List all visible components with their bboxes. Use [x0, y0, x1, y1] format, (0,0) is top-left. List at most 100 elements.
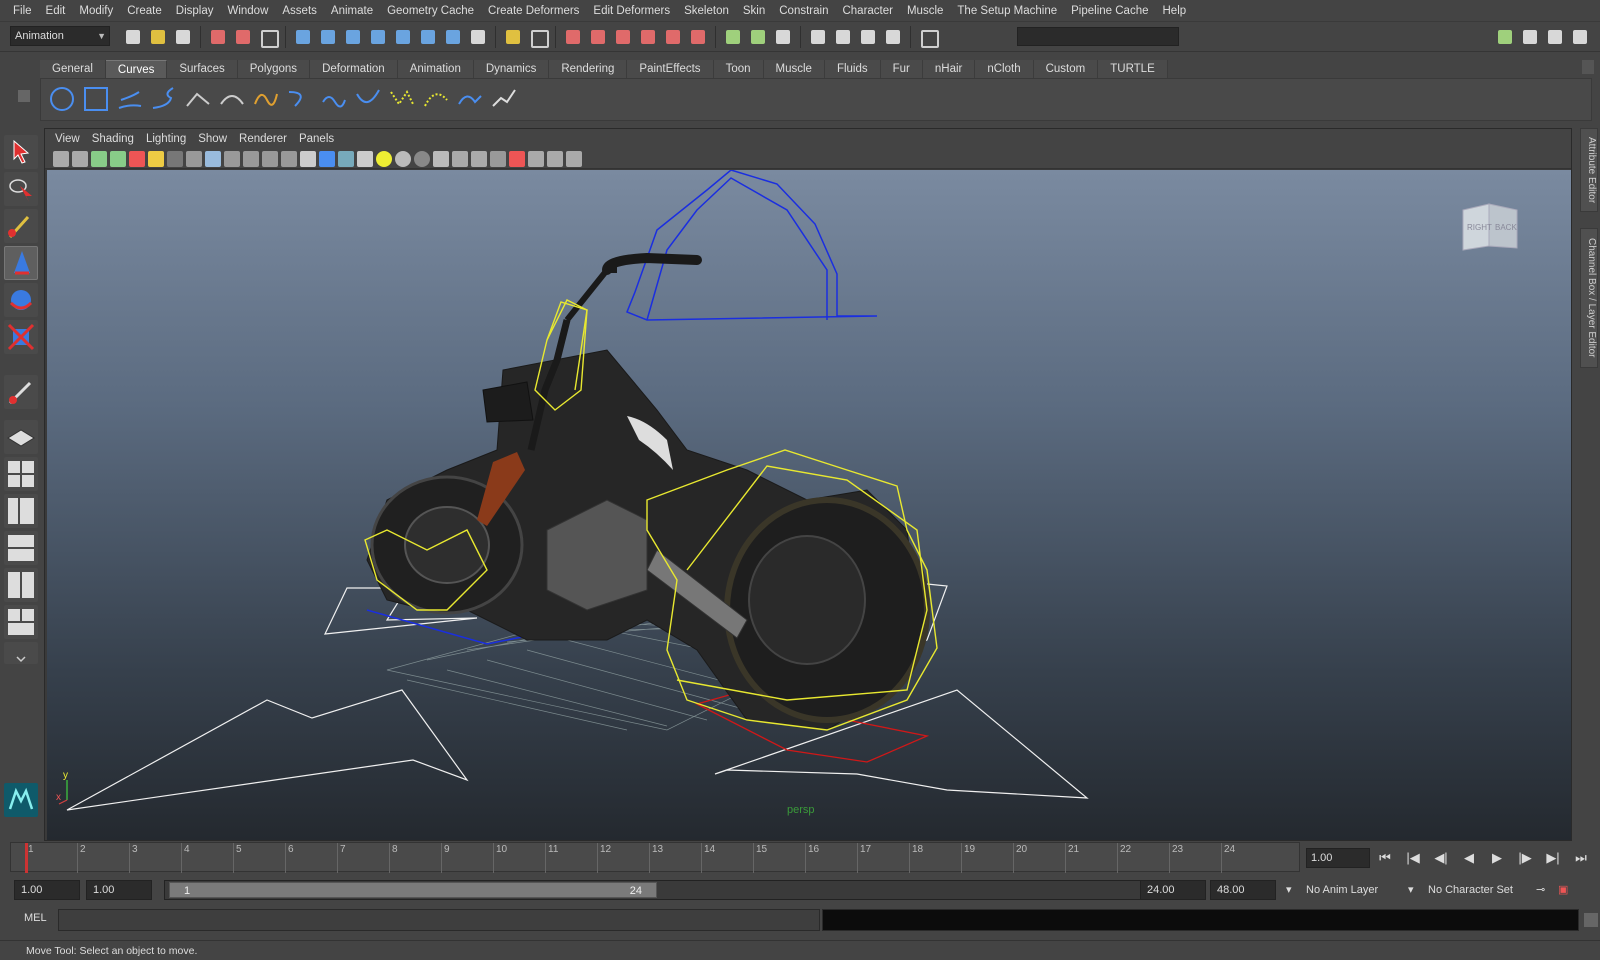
construction-history-icon[interactable] [587, 26, 609, 48]
snap-mesh-icon[interactable] [417, 26, 439, 48]
menu-display[interactable]: Display [169, 0, 221, 22]
snap-point-icon[interactable] [342, 26, 364, 48]
shelf-tab-custom[interactable]: Custom [1033, 60, 1099, 78]
quick-select-icon[interactable] [917, 26, 939, 48]
snap-grid-icon[interactable] [292, 26, 314, 48]
menu-pipeline-cache[interactable]: Pipeline Cache [1064, 0, 1155, 22]
layout-more-chevron-icon[interactable] [4, 642, 38, 664]
shelf-tab-curves[interactable]: Curves [105, 60, 168, 78]
scale-tool-button[interactable] [4, 320, 38, 354]
anim-layer-dropdown[interactable]: No Anim Layer [1306, 880, 1410, 900]
snap-curve-icon[interactable] [317, 26, 339, 48]
shelf-tab-surfaces[interactable]: Surfaces [167, 60, 238, 78]
toggle-channel-box-icon[interactable] [1569, 26, 1591, 48]
shadows-icon[interactable] [414, 150, 430, 167]
hypershade-icon[interactable] [687, 26, 709, 48]
panel-menu-lighting[interactable]: Lighting [140, 133, 192, 145]
gate-mask-icon[interactable] [224, 150, 240, 167]
channel-box-tab[interactable]: Channel Box / Layer Editor [1580, 228, 1598, 368]
lasso-tool-button[interactable] [4, 172, 38, 206]
circle-curve-icon[interactable] [47, 84, 77, 114]
wireframe-icon[interactable] [300, 150, 316, 167]
lock-icon[interactable] [502, 26, 524, 48]
shelf-tab-fur[interactable]: Fur [880, 60, 923, 78]
command-language-toggle[interactable]: MEL [24, 912, 47, 924]
isolate-select-icon[interactable] [509, 150, 525, 167]
four-view-layout-icon[interactable] [4, 457, 38, 491]
arc-tool-icon[interactable] [217, 84, 247, 114]
attach-curves-icon[interactable] [251, 84, 281, 114]
snap-live-icon[interactable] [392, 26, 414, 48]
wireframe-on-shaded-icon[interactable] [338, 150, 354, 167]
xray-active-components-icon[interactable] [547, 150, 563, 167]
safe-action-icon[interactable] [262, 150, 278, 167]
select-by-object-icon[interactable] [232, 26, 254, 48]
pencil-curve-tool-icon[interactable] [183, 84, 213, 114]
ambient-occlusion-icon[interactable] [433, 150, 449, 167]
render-globals-icon[interactable] [882, 26, 904, 48]
rotate-tool-button[interactable] [4, 283, 38, 317]
shelf-tab-muscle[interactable]: Muscle [763, 60, 825, 78]
persp-graph-layout-icon[interactable] [4, 531, 38, 565]
play-forwards-button[interactable]: ▶ [1487, 848, 1507, 868]
extend-curve-icon[interactable] [353, 84, 383, 114]
safe-title-icon[interactable] [281, 150, 297, 167]
shelf-menu-icon[interactable] [18, 90, 30, 102]
menu-set-dropdown[interactable]: Animation ▼ [10, 26, 110, 46]
animation-start-field[interactable]: 1.00 [14, 880, 80, 900]
select-tool-button[interactable] [4, 135, 38, 169]
menu-geometry-cache[interactable]: Geometry Cache [380, 0, 481, 22]
help-icon[interactable] [467, 26, 489, 48]
menu-file[interactable]: File [6, 0, 39, 22]
menu-help[interactable]: Help [1156, 0, 1194, 22]
resolution-gate-icon[interactable] [205, 150, 221, 167]
hypershade-layout-icon[interactable] [4, 568, 38, 602]
menu-edit[interactable]: Edit [39, 0, 73, 22]
grease-pencil-icon[interactable] [148, 150, 164, 167]
anti-aliasing-icon[interactable] [471, 150, 487, 167]
animation-end-field[interactable]: 48.00 [1210, 880, 1276, 900]
menu-constrain[interactable]: Constrain [772, 0, 835, 22]
persp-outliner-layout-icon[interactable] [4, 494, 38, 528]
menu-skin[interactable]: Skin [736, 0, 772, 22]
play-backwards-button[interactable]: ◀ [1459, 848, 1479, 868]
perspective-viewport[interactable]: y x RIGHT BACK persp [47, 170, 1571, 840]
character-set-dropdown[interactable]: No Character Set [1428, 880, 1532, 900]
render-settings-icon[interactable] [662, 26, 684, 48]
attribute-editor-tab[interactable]: Attribute Editor [1580, 128, 1598, 212]
image-plane-icon[interactable] [110, 150, 126, 167]
bookmark-icon[interactable] [91, 150, 107, 167]
paint-select-tool-button[interactable] [4, 209, 38, 243]
step-forward-key-button[interactable]: ▶| [1543, 848, 1563, 868]
view-cube[interactable]: RIGHT BACK [1459, 198, 1521, 254]
camera-attributes-icon[interactable] [72, 150, 88, 167]
current-time-marker[interactable] [25, 843, 28, 873]
shelf-tab-animation[interactable]: Animation [397, 60, 474, 78]
shelf-tab-rendering[interactable]: Rendering [549, 60, 628, 78]
render-icon[interactable] [612, 26, 634, 48]
cv-curve-tool-icon[interactable] [115, 84, 145, 114]
menu-animate[interactable]: Animate [324, 0, 380, 22]
snap-plane-icon[interactable] [367, 26, 389, 48]
smooth-curve-icon[interactable] [489, 84, 519, 114]
shelf-tab-ncloth[interactable]: nCloth [975, 60, 1034, 78]
ipr-render-icon[interactable] [637, 26, 659, 48]
select-by-hierarchy-icon[interactable] [207, 26, 229, 48]
clipboard-icon[interactable] [772, 26, 794, 48]
selection-mask-icon[interactable] [527, 26, 549, 48]
reverse-curve-icon[interactable] [421, 84, 451, 114]
shelf-tab-polygons[interactable]: Polygons [237, 60, 311, 78]
menu-the-setup-machine[interactable]: The Setup Machine [950, 0, 1064, 22]
range-slider-track[interactable]: 1 24 [164, 880, 1142, 900]
time-slider[interactable]: 1 2 3 4 5 6 7 8 9 10 11 12 13 14 15 16 17 18 19 20 21 22 23 24 [10, 842, 1300, 873]
input-ops-icon[interactable] [722, 26, 744, 48]
toggle-sidebar-icon[interactable] [1494, 26, 1516, 48]
shelf-tab-turtle[interactable]: TURTLE [1098, 60, 1168, 78]
menu-assets[interactable]: Assets [275, 0, 324, 22]
square-curve-icon[interactable] [81, 84, 111, 114]
quick-rename-input[interactable] [1017, 27, 1179, 46]
menu-edit-deformers[interactable]: Edit Deformers [586, 0, 677, 22]
xray-icon[interactable] [528, 150, 544, 167]
auto-key-icon[interactable]: ▣ [1558, 880, 1572, 900]
history-icon[interactable] [562, 26, 584, 48]
